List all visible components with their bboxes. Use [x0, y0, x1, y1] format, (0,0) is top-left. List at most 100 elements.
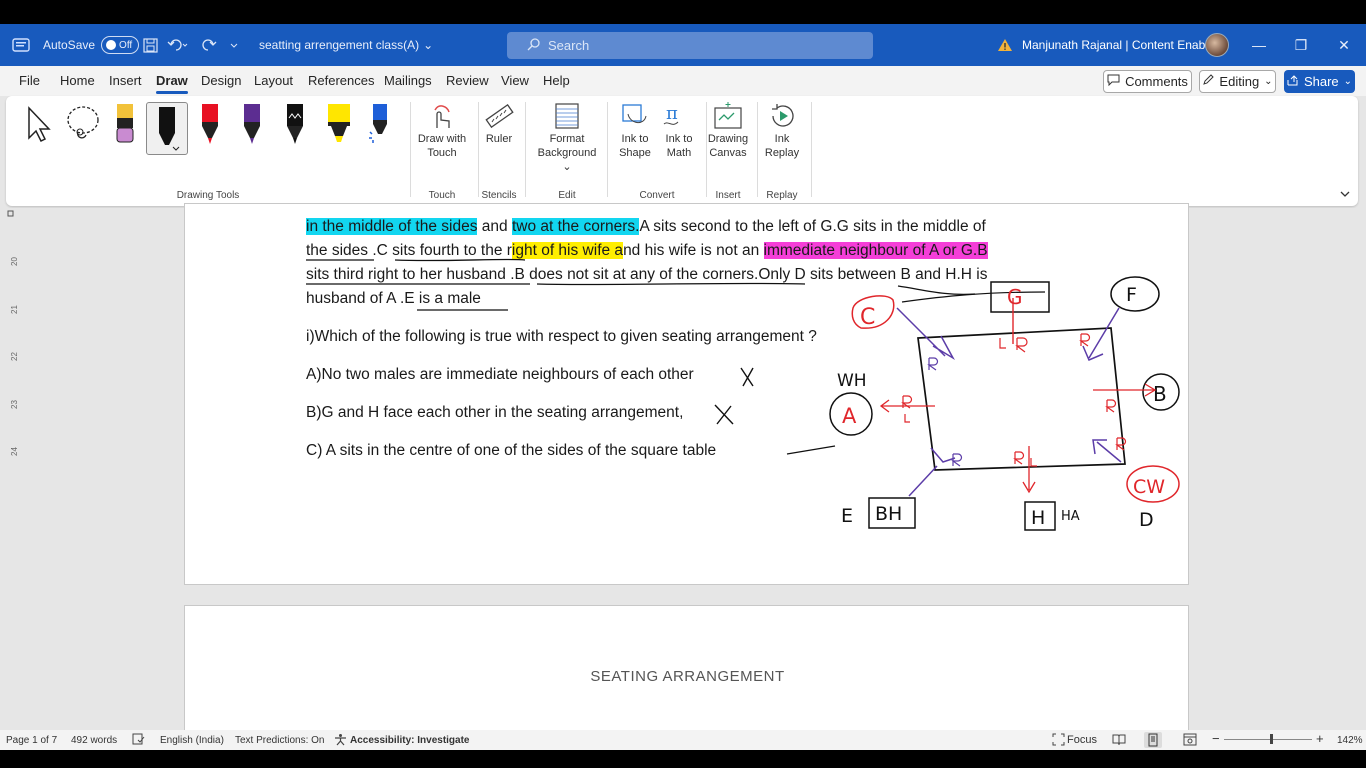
search-icon [527, 37, 540, 54]
ink-to-shape-icon[interactable] [620, 102, 648, 135]
save-icon[interactable] [143, 24, 158, 66]
word-app-icon[interactable] [12, 24, 30, 66]
zoom-level[interactable]: 142% [1337, 735, 1363, 746]
vertical-ruler[interactable]: 20 21 22 23 24 [0, 222, 22, 732]
tab-view[interactable]: View [501, 73, 529, 88]
ink-drawing[interactable]: C G F B CW D A WH BH E H HA [185, 204, 1189, 585]
tab-home[interactable]: Home [60, 73, 95, 88]
select-arrow-icon[interactable] [24, 104, 54, 149]
accessibility-icon[interactable] [334, 733, 347, 749]
svg-text:22: 22 [10, 352, 19, 361]
tab-review[interactable]: Review [446, 73, 489, 88]
highlighter-yellow-icon[interactable] [326, 102, 352, 151]
ink-label-g: G [1007, 285, 1023, 309]
group-convert: Convert [639, 190, 675, 201]
ink-to-math-button[interactable]: Ink to Math [654, 132, 704, 160]
svg-text:21: 21 [10, 305, 19, 314]
redo-icon[interactable] [201, 24, 217, 66]
pen-galaxy-black-icon[interactable] [284, 102, 306, 151]
document-page-2[interactable]: SEATING ARRANGEMENT [184, 605, 1189, 750]
drawing-canvas-label-2: Canvas [709, 147, 747, 159]
tab-file[interactable]: File [19, 73, 40, 88]
autosave-toggle[interactable]: Off [101, 36, 140, 54]
word-count[interactable]: 492 words [71, 735, 117, 746]
ribbon-separator [757, 102, 758, 197]
ruler-icon[interactable] [484, 103, 514, 135]
action-pen-icon[interactable] [367, 102, 391, 151]
pencil-icon [1202, 74, 1215, 89]
close-icon[interactable]: ✕ [1323, 24, 1365, 66]
comments-label: Comments [1125, 74, 1188, 89]
tab-draw[interactable]: Draw [156, 73, 188, 94]
draw-with-touch-icon[interactable] [429, 104, 455, 135]
format-background-button[interactable]: Format Background ⌄ [532, 132, 602, 174]
autosave-control[interactable]: AutoSave Off [43, 24, 140, 66]
zoom-out-icon[interactable]: − [1212, 731, 1220, 746]
eraser-icon[interactable] [114, 102, 136, 151]
accessibility-status[interactable]: Accessibility: Investigate [350, 735, 470, 746]
zoom-slider[interactable] [1224, 739, 1312, 740]
ink-replay-icon[interactable] [769, 102, 797, 135]
page-count[interactable]: Page 1 of 7 [6, 735, 57, 746]
undo-icon[interactable] [167, 24, 189, 66]
ribbon-separator [410, 102, 411, 197]
chevron-down-icon: ⌄ [423, 38, 434, 52]
ink-to-shape-button[interactable]: Ink to Shape [610, 132, 660, 160]
customize-qat-icon[interactable] [229, 24, 239, 66]
group-drawing-tools: Drawing Tools [176, 190, 240, 201]
document-title-text: seatting arrengement class(A) [259, 38, 420, 52]
tab-layout[interactable]: Layout [254, 73, 293, 88]
tab-design[interactable]: Design [201, 73, 241, 88]
group-stencils: Stencils [481, 190, 517, 201]
tab-insert[interactable]: Insert [109, 73, 142, 88]
ink-label-c: C [860, 305, 875, 330]
print-layout-icon[interactable] [1144, 732, 1162, 748]
drawing-canvas-button[interactable]: Drawing Canvas [706, 132, 750, 160]
ink-to-math-icon[interactable]: π [660, 102, 688, 135]
tab-help[interactable]: Help [543, 73, 570, 88]
ribbon-separator [811, 102, 812, 197]
comment-icon [1107, 74, 1120, 89]
drawing-canvas-icon[interactable] [713, 102, 743, 135]
pen-purple-icon[interactable] [241, 102, 263, 151]
focus-button[interactable]: Focus [1067, 734, 1097, 746]
svg-text:23: 23 [10, 400, 19, 409]
ribbon-separator [478, 102, 479, 197]
user-name[interactable]: Manjunath Rajanal | Content Enablers [1022, 24, 1225, 66]
user-avatar[interactable] [1205, 33, 1229, 57]
text-predictions[interactable]: Text Predictions: On [235, 735, 324, 746]
draw-with-touch-label-2: Touch [427, 147, 457, 159]
tab-mailings[interactable]: Mailings [384, 73, 432, 88]
document-page-1[interactable]: in the middle of the sides and two at th… [184, 203, 1189, 585]
chevron-down-icon: ⌄ [1264, 76, 1273, 87]
language[interactable]: English (India) [160, 735, 224, 746]
zoom-in-icon[interactable]: + [1316, 731, 1324, 746]
proofing-icon[interactable] [132, 733, 145, 748]
share-icon [1287, 74, 1299, 89]
warning-icon[interactable] [997, 24, 1013, 66]
share-button[interactable]: Share ⌄ [1284, 70, 1355, 93]
comments-button[interactable]: Comments [1103, 70, 1192, 93]
format-background-icon[interactable] [554, 102, 580, 135]
search-box[interactable]: Search [507, 32, 873, 59]
tab-references[interactable]: References [308, 73, 374, 88]
ruler-button[interactable]: Ruler [479, 132, 519, 146]
draw-with-touch-button[interactable]: Draw with Touch [412, 132, 472, 160]
collapse-ribbon-icon[interactable] [1339, 186, 1351, 204]
document-title[interactable]: seatting arrengement class(A) ⌄ [259, 24, 433, 66]
editing-mode-button[interactable]: Editing ⌄ [1199, 70, 1276, 93]
editing-label: Editing [1219, 74, 1260, 89]
focus-icon[interactable] [1052, 733, 1065, 749]
pen-black-selected[interactable] [146, 102, 188, 155]
ink-label-b: B [1153, 382, 1167, 406]
read-mode-icon[interactable] [1112, 733, 1126, 749]
minimize-icon[interactable]: — [1238, 24, 1280, 66]
zoom-slider-thumb[interactable] [1270, 734, 1273, 744]
ink-label-h: H [1031, 507, 1045, 529]
lasso-select-icon[interactable] [64, 104, 102, 149]
restore-icon[interactable]: ❐ [1280, 24, 1322, 66]
pen-red-icon[interactable] [199, 102, 221, 151]
ink-replay-button[interactable]: Ink Replay [762, 132, 802, 160]
web-layout-icon[interactable] [1183, 733, 1197, 749]
group-replay: Replay [766, 190, 798, 201]
